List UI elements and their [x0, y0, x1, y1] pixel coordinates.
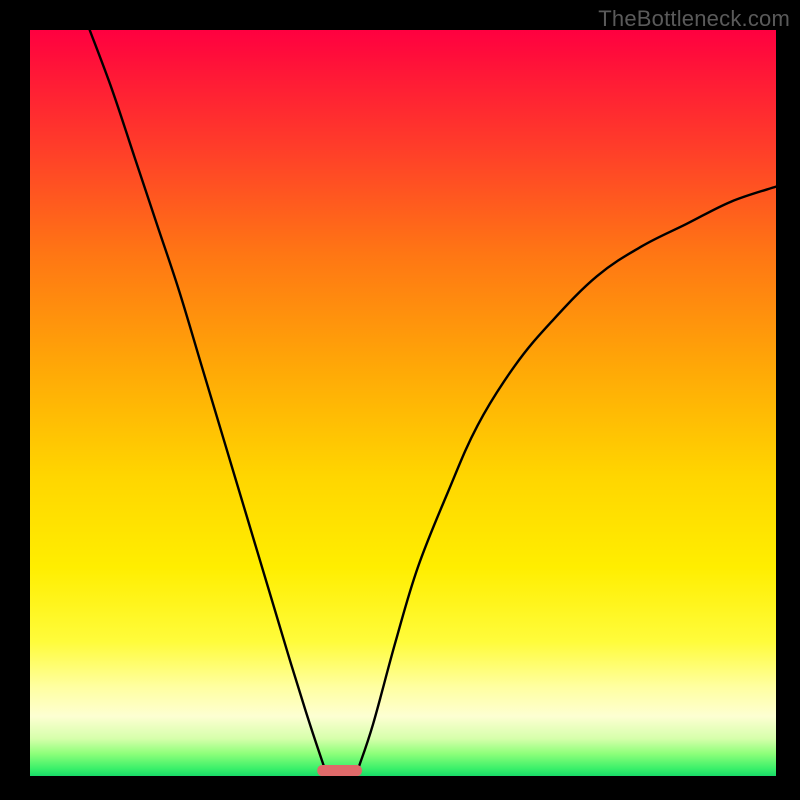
optimal-marker	[317, 765, 362, 776]
right-branch-path	[358, 187, 776, 769]
plot-area	[30, 30, 776, 776]
curves-layer	[30, 30, 776, 776]
chart-frame: TheBottleneck.com	[0, 0, 800, 800]
watermark-text: TheBottleneck.com	[598, 6, 790, 32]
left-branch-path	[90, 30, 325, 769]
